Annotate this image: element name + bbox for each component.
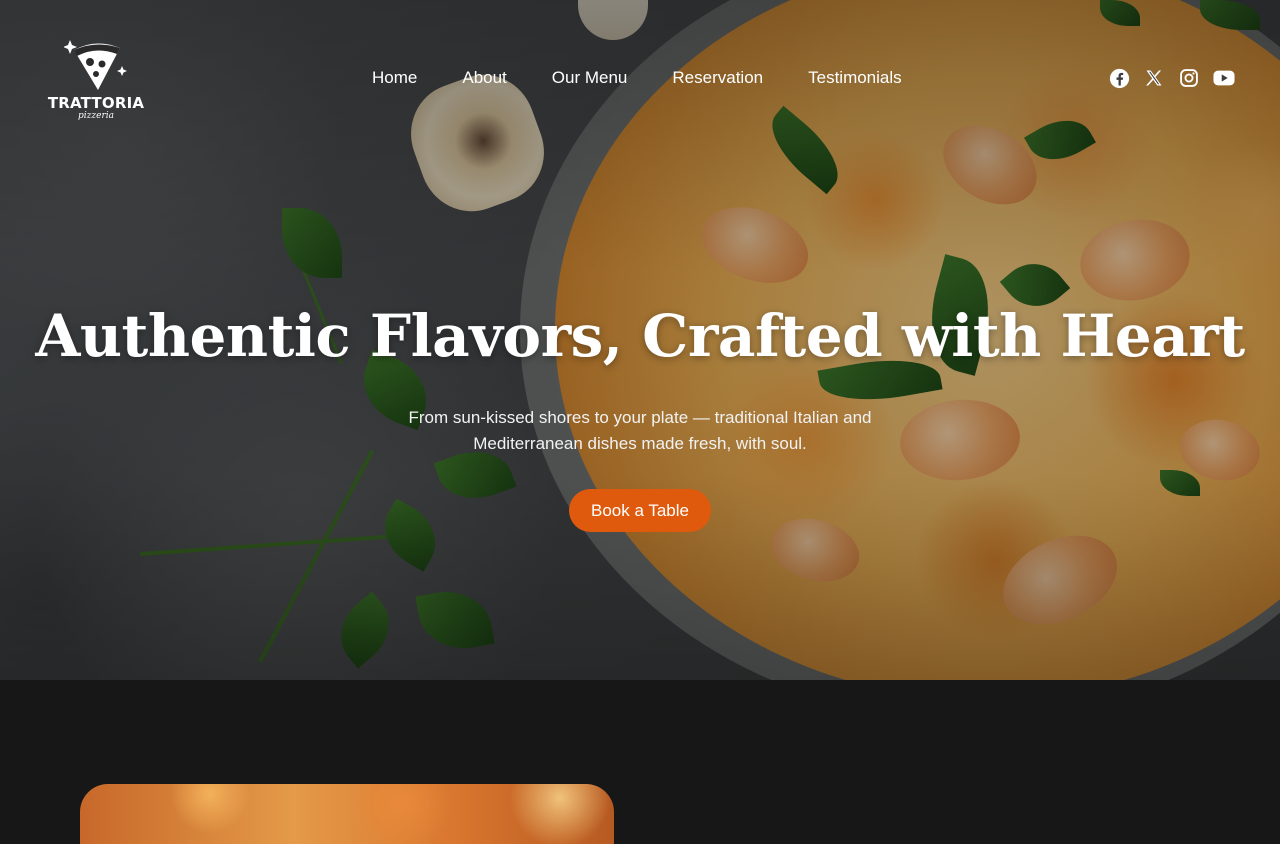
nav-link-reservation[interactable]: Reservation	[672, 66, 763, 90]
featured-dish-image	[80, 784, 614, 844]
social-links	[1108, 66, 1235, 90]
nav-link-testimonials[interactable]: Testimonials	[808, 66, 902, 90]
intro-section	[0, 680, 1280, 844]
nav-link-about[interactable]: About	[462, 66, 506, 90]
x-icon[interactable]	[1143, 66, 1165, 90]
hero-subtitle: From sun-kissed shores to your plate — t…	[408, 408, 872, 453]
nav-link-our-menu[interactable]: Our Menu	[552, 66, 628, 90]
pizza-slice-logo-icon	[64, 40, 127, 90]
main-nav: Home About Our Menu Reservation Testimon…	[372, 66, 947, 90]
brand-logo[interactable]: TRATTORIA pizzeria	[46, 36, 146, 126]
instagram-icon[interactable]	[1178, 66, 1200, 90]
brand-subtitle: pizzeria	[78, 111, 114, 121]
facebook-icon[interactable]	[1108, 66, 1130, 90]
youtube-icon[interactable]	[1213, 66, 1235, 90]
hero-section: TRATTORIA pizzeria Home About Our Menu R…	[0, 0, 1280, 680]
brand-name: TRATTORIA	[47, 94, 145, 112]
hero-title: Authentic Flavors, Crafted with Heart	[35, 302, 1245, 370]
nav-link-home[interactable]: Home	[372, 66, 417, 90]
book-a-table-button[interactable]: Book a Table	[569, 489, 711, 532]
